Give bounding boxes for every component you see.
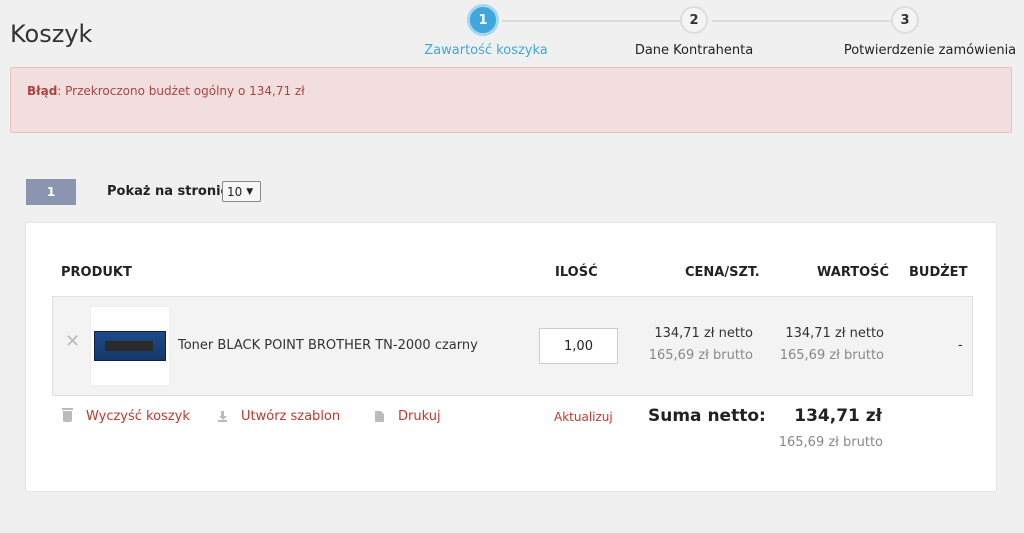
step-1-circle[interactable]: 1: [467, 4, 499, 36]
step-2-label[interactable]: Dane Kontrahenta: [635, 43, 753, 58]
per-page-label: Pokaż na stronie: [107, 184, 230, 199]
error-text: : Przekroczono budżet ogólny o 134,71 zł: [57, 84, 305, 98]
step-3-label[interactable]: Potwierdzenie zamówienia: [844, 43, 1016, 58]
row-budget: -: [958, 338, 963, 353]
download-icon: [218, 411, 227, 422]
per-page-value: 10: [227, 184, 243, 199]
document-icon: [375, 411, 384, 422]
header-price: CENA/SZT.: [685, 265, 760, 280]
sum-netto-label: Suma netto:: [648, 406, 766, 426]
error-alert: Błąd: Przekroczono budżet ogólny o 134,7…: [10, 67, 1012, 133]
error-message: Błąd: Przekroczono budżet ogólny o 134,7…: [27, 84, 305, 98]
sum-netto-value: 134,71 zł: [794, 406, 882, 426]
clear-cart-label: Wyczyść koszyk: [86, 409, 190, 424]
header-product: PRODUKT: [61, 265, 132, 280]
header-budget: BUDŻET: [909, 265, 968, 280]
cart-table-card: PRODUKT ILOŚĆ CENA/SZT. WARTOŚĆ BUDŻET ✕…: [25, 222, 997, 492]
table-row: ✕ Toner BLACK POINT BROTHER TN-2000 czar…: [52, 296, 973, 396]
pagination-page-1[interactable]: 1: [26, 179, 76, 205]
checkout-steps: 1 Zawartość koszyka 2 Dane Kontrahenta 3…: [420, 0, 1024, 66]
header-value: WARTOŚĆ: [817, 265, 890, 280]
update-button[interactable]: Aktualizuj: [554, 410, 613, 424]
step-1-label[interactable]: Zawartość koszyka: [424, 43, 548, 58]
clear-cart-button[interactable]: Wyczyść koszyk: [62, 408, 190, 424]
per-page-select[interactable]: 10 ▼: [222, 181, 261, 202]
print-label: Drukuj: [398, 409, 441, 424]
product-name[interactable]: Toner BLACK POINT BROTHER TN-2000 czarny: [178, 338, 478, 353]
create-template-button[interactable]: Utwórz szablon: [218, 409, 340, 424]
unit-price-netto: 134,71 zł netto: [654, 326, 753, 341]
dropdown-arrow-icon: ▼: [246, 186, 254, 197]
create-template-label: Utwórz szablon: [241, 409, 341, 424]
row-value-netto: 134,71 zł netto: [785, 326, 884, 341]
toner-image: [94, 331, 166, 361]
error-prefix: Błąd: [27, 84, 58, 98]
remove-item-icon[interactable]: ✕: [65, 331, 80, 352]
header-qty: ILOŚĆ: [555, 265, 598, 280]
unit-price-brutto: 165,69 zł brutto: [648, 348, 753, 363]
step-connector: [502, 20, 682, 22]
page-title: Koszyk: [10, 20, 93, 48]
step-3-circle[interactable]: 3: [891, 6, 919, 34]
sum-brutto-value: 165,69 zł brutto: [778, 435, 883, 450]
print-button[interactable]: Drukuj: [375, 409, 441, 424]
step-connector: [712, 20, 892, 22]
row-value-brutto: 165,69 zł brutto: [779, 348, 884, 363]
product-thumbnail[interactable]: [90, 306, 170, 386]
quantity-input[interactable]: 1,00: [539, 328, 618, 364]
step-2-circle[interactable]: 2: [680, 6, 708, 34]
trash-icon: [62, 408, 73, 422]
